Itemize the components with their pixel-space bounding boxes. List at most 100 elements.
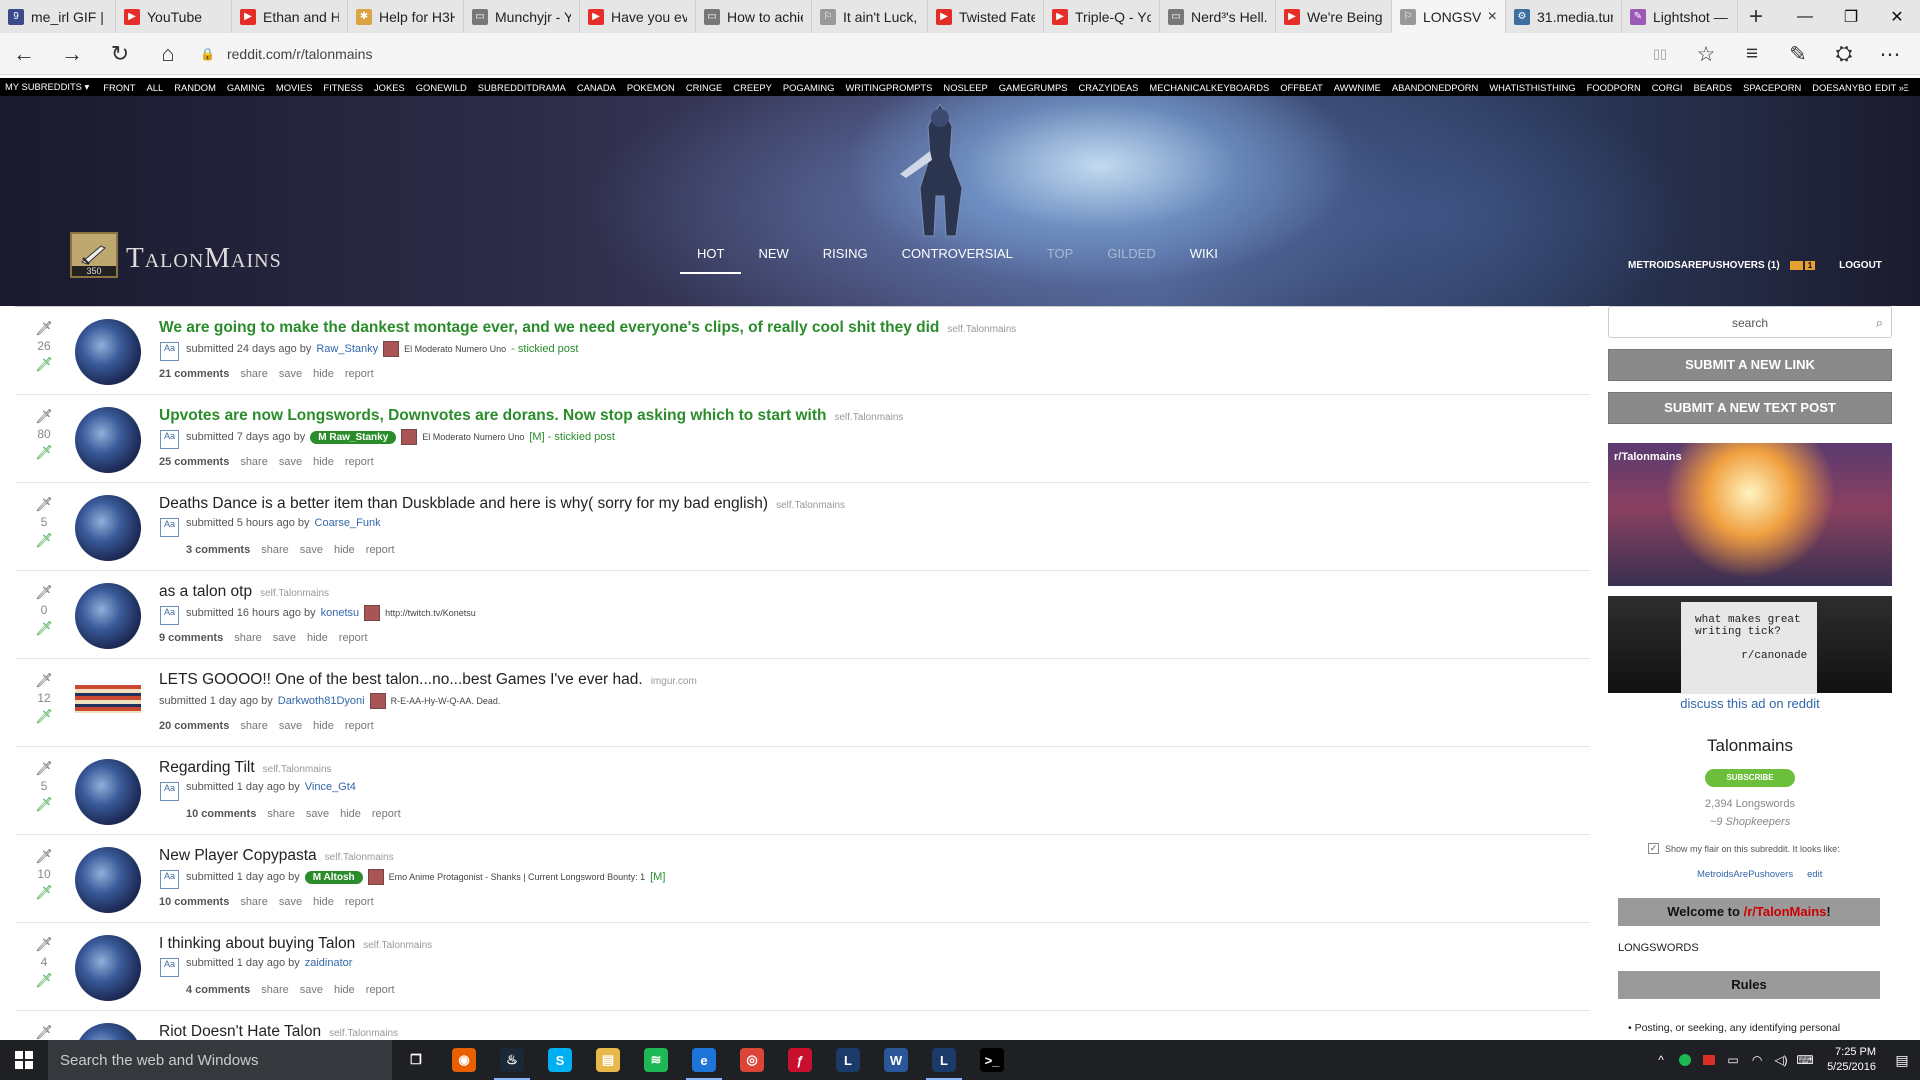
subreddit-link[interactable]: FRONT xyxy=(103,82,135,93)
action-report[interactable]: report xyxy=(366,984,395,996)
browser-tab[interactable]: ⚐ LONGSV × xyxy=(1392,0,1506,33)
browser-tab[interactable]: ▭ Munchyjr - Y xyxy=(464,0,580,33)
post-title[interactable]: I thinking about buying Talon self.Talonm… xyxy=(159,935,432,953)
submit-link-button[interactable]: SUBMIT A NEW LINK xyxy=(1608,349,1892,381)
taskbar-task-view[interactable]: ❐ xyxy=(392,1040,440,1080)
taskbar-search-input[interactable]: Search the web and Windows xyxy=(48,1040,392,1080)
action-center-icon[interactable]: ▤ xyxy=(1884,1040,1920,1080)
subreddit-link[interactable]: WHATISTHISTHING xyxy=(1489,82,1575,93)
edit-subreddits-link[interactable]: EDIT » xyxy=(1870,82,1904,93)
subreddit-link[interactable]: FOODPORN xyxy=(1587,82,1641,93)
start-button[interactable] xyxy=(0,1040,48,1080)
home-button[interactable]: ⌂ xyxy=(144,33,192,75)
post-domain[interactable]: self.Talonmains xyxy=(834,412,903,423)
upvote-icon[interactable]: 🗡 xyxy=(33,759,55,777)
downvote-icon[interactable]: 🗡 xyxy=(33,531,55,549)
action-share[interactable]: share xyxy=(234,632,262,644)
comments-link[interactable]: 20 comments xyxy=(159,720,229,732)
subreddit-link[interactable]: CRAZYIDEAS xyxy=(1078,82,1138,93)
action-hide[interactable]: hide xyxy=(313,896,334,908)
browser-tab[interactable]: 9 me_irl GIF | ( xyxy=(0,0,116,33)
mail-icon[interactable] xyxy=(1789,261,1803,270)
subreddit-link[interactable]: POKEMON xyxy=(627,82,675,93)
post-author[interactable]: Darkwoth81Dyoni xyxy=(278,695,365,707)
browser-tab[interactable]: ▶ Have you ev xyxy=(580,0,696,33)
action-hide[interactable]: hide xyxy=(334,544,355,556)
action-hide[interactable]: hide xyxy=(313,456,334,468)
keyboard-icon[interactable]: ⌨ xyxy=(1796,1052,1813,1068)
post-title-text[interactable]: New Player Copypasta xyxy=(159,847,317,864)
post-thumbnail[interactable] xyxy=(75,759,141,825)
comments-link[interactable]: 9 comments xyxy=(159,632,223,644)
sort-tab[interactable]: CONTROVERSIAL xyxy=(885,244,1030,274)
subreddit-link[interactable]: GAMEGRUMPS xyxy=(999,82,1068,93)
downvote-icon[interactable]: 🗡 xyxy=(33,355,55,373)
expand-text-icon[interactable]: Aa xyxy=(160,782,179,801)
action-report[interactable]: report xyxy=(345,720,374,732)
browser-tab[interactable]: ⚙ 31.media.tur xyxy=(1506,0,1622,33)
tray-overflow-icon[interactable]: ^ xyxy=(1653,1052,1669,1068)
action-hide[interactable]: hide xyxy=(313,720,334,732)
action-share[interactable]: share xyxy=(240,896,268,908)
comments-link[interactable]: 21 comments xyxy=(159,368,229,380)
sidebar-ad-talonmains[interactable]: r/Talonmains xyxy=(1608,443,1892,586)
post-title-text[interactable]: Riot Doesn't Hate Talon xyxy=(159,1023,321,1040)
post-thumbnail[interactable] xyxy=(75,685,141,713)
subreddit-link[interactable]: OFFBEAT xyxy=(1280,82,1323,93)
taskbar-word[interactable]: W xyxy=(872,1040,920,1080)
post-title-text[interactable]: LETS GOOOO!! One of the best talon...no.… xyxy=(159,671,643,688)
taskbar-chrome[interactable]: ◎ xyxy=(728,1040,776,1080)
post-domain[interactable]: self.Talonmains xyxy=(329,1028,398,1039)
browser-tab[interactable]: ▶ Twisted Fate xyxy=(928,0,1044,33)
username-link[interactable]: METROIDSAREPUSHOVERS (1) xyxy=(1628,260,1780,271)
downvote-icon[interactable]: 🗡 xyxy=(33,443,55,461)
post-title[interactable]: Riot Doesn't Hate Talon self.Talonmains xyxy=(159,1023,398,1040)
post-title[interactable]: New Player Copypasta self.Talonmains xyxy=(159,847,394,865)
subreddit-link[interactable]: ABANDONEDPORN xyxy=(1392,82,1478,93)
action-save[interactable]: save xyxy=(306,808,329,820)
upvote-icon[interactable]: 🗡 xyxy=(33,671,55,689)
post-thumbnail[interactable] xyxy=(75,319,141,385)
share-icon[interactable]: ⛭ xyxy=(1824,33,1864,75)
taskbar-league-client[interactable]: L xyxy=(920,1040,968,1080)
minimize-button[interactable]: — xyxy=(1782,0,1828,33)
downvote-icon[interactable]: 🗡 xyxy=(33,971,55,989)
taskbar-flash[interactable]: ƒ xyxy=(776,1040,824,1080)
action-report[interactable]: report xyxy=(366,544,395,556)
upvote-icon[interactable]: 🗡 xyxy=(33,319,55,337)
battery-icon[interactable]: ▭ xyxy=(1725,1052,1741,1068)
post-author[interactable]: Coarse_Funk xyxy=(315,517,381,529)
wifi-icon[interactable]: ◠ xyxy=(1749,1052,1765,1068)
post-thumbnail[interactable] xyxy=(75,407,141,473)
post-title[interactable]: as a talon otp self.Talonmains xyxy=(159,583,329,601)
welcome-subreddit-link[interactable]: /r/TalonMains xyxy=(1744,904,1827,919)
subscribe-button[interactable]: SUBSCRIBE xyxy=(1705,769,1795,787)
browser-tab[interactable]: ▭ How to achie xyxy=(696,0,812,33)
post-title[interactable]: Deaths Dance is a better item than Duskb… xyxy=(159,495,845,513)
search-icon[interactable]: ⌕ xyxy=(1876,307,1883,339)
sort-tab[interactable]: TOP xyxy=(1030,244,1091,274)
upvote-icon[interactable]: 🗡 xyxy=(33,583,55,601)
expand-text-icon[interactable]: Aa xyxy=(160,606,179,625)
sort-tab[interactable]: HOT xyxy=(680,244,742,274)
subreddit-link[interactable]: FITNESS xyxy=(323,82,363,93)
new-tab-button[interactable]: + xyxy=(1738,0,1774,33)
subreddit-link[interactable]: CORGI xyxy=(1652,82,1683,93)
url-text[interactable]: reddit.com/r/talonmains xyxy=(227,46,373,62)
more-icon[interactable]: ⋯ xyxy=(1870,33,1910,75)
subreddit-link[interactable]: ALL xyxy=(147,82,164,93)
post-thumbnail[interactable] xyxy=(75,583,141,649)
upvote-icon[interactable]: 🗡 xyxy=(33,1023,55,1040)
post-title-text[interactable]: Upvotes are now Longswords, Downvotes ar… xyxy=(159,407,826,424)
post-domain[interactable]: self.Talonmains xyxy=(776,500,845,511)
subreddit-link[interactable]: WRITINGPROMPTS xyxy=(845,82,932,93)
downvote-icon[interactable]: 🗡 xyxy=(33,795,55,813)
taskbar-edge[interactable]: e xyxy=(680,1040,728,1080)
taskbar-cmd[interactable]: >_ xyxy=(968,1040,1016,1080)
action-report[interactable]: report xyxy=(345,896,374,908)
post-title-text[interactable]: as a talon otp xyxy=(159,583,252,600)
submit-text-post-button[interactable]: SUBMIT A NEW TEXT POST xyxy=(1608,392,1892,424)
favorite-star-icon[interactable]: ☆ xyxy=(1686,33,1726,75)
post-title-text[interactable]: Regarding Tilt xyxy=(159,759,255,776)
action-share[interactable]: share xyxy=(240,368,268,380)
